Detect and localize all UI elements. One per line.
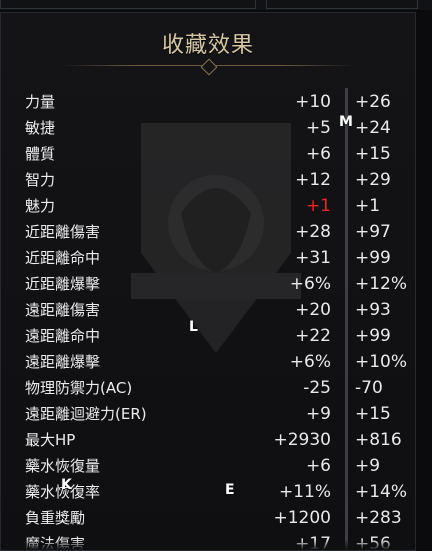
stat-value-current: -25 — [303, 378, 331, 398]
panel-header: 收藏效果 — [1, 13, 415, 77]
stat-value-current: +6% — [289, 274, 331, 294]
stat-row: 魅力 +1 +1 — [1, 193, 415, 219]
stat-name: 最大HP — [25, 431, 76, 449]
stat-value-max: +29 — [355, 170, 391, 190]
stat-value-max: +10% — [355, 352, 408, 372]
stat-name: 智力 — [25, 171, 56, 189]
stat-value-current: +12 — [295, 170, 331, 190]
stat-row: 遠距離迴避力(ER) +9 +15 — [1, 401, 415, 427]
stat-value-max: +99 — [355, 326, 391, 346]
stat-name: 近距離命中 — [25, 249, 101, 267]
stat-value-max: +26 — [355, 92, 391, 112]
top-bar — [0, 0, 432, 10]
marker-l: L — [189, 319, 198, 335]
stat-value-current: +5 — [305, 118, 331, 138]
stat-value-current: +6 — [305, 144, 331, 164]
stat-row: 力量 +10 +26 — [1, 89, 415, 115]
stat-value-max: +99 — [355, 248, 391, 268]
stat-value-max: +15 — [355, 144, 391, 164]
stat-row: 遠距離爆擊 +6% +10% — [1, 349, 415, 375]
stat-value-max: +12% — [355, 274, 408, 294]
stat-name: 近距離爆擊 — [25, 275, 101, 293]
stat-value-current: +2930 — [273, 430, 331, 450]
stat-name: 遠距離迴避力(ER) — [25, 405, 147, 423]
stat-value-max: +24 — [355, 118, 391, 138]
stat-value-max: +14% — [355, 482, 408, 502]
stat-value-current: +20 — [295, 300, 331, 320]
stat-row: 最大HP +2930 +816 — [1, 427, 415, 453]
stat-row: 近距離爆擊 +6% +12% — [1, 271, 415, 297]
stat-name: 物理防禦力(AC) — [25, 379, 133, 397]
scroll-fade — [1, 540, 415, 550]
stat-row: 近距離命中 +31 +99 — [1, 245, 415, 271]
stat-value-max: +15 — [355, 404, 391, 424]
stat-value-current: +10 — [295, 92, 331, 112]
stat-value-max: +97 — [355, 222, 391, 242]
stat-value-current: +6 — [305, 456, 331, 476]
stat-row: 智力 +12 +29 — [1, 167, 415, 193]
stat-name: 力量 — [25, 93, 56, 111]
stat-value-current: +11% — [278, 482, 331, 502]
top-bar-left — [0, 0, 256, 9]
stat-name: 負重獎勵 — [25, 509, 86, 527]
stat-row: 遠距離傷害 +20 +93 — [1, 297, 415, 323]
stat-value-max: +283 — [355, 508, 402, 528]
stat-value-current: +1 — [305, 196, 331, 216]
stat-row: 藥水恢復量 +6 +9 — [1, 453, 415, 479]
stat-value-current: +31 — [295, 248, 331, 268]
stat-value-current: +22 — [295, 326, 331, 346]
stat-name: 敏捷 — [25, 119, 56, 137]
stat-name: 體質 — [25, 145, 56, 163]
title-ornament-icon — [200, 58, 218, 76]
stat-name: 魅力 — [25, 197, 56, 215]
stat-name: 遠距離爆擊 — [25, 353, 101, 371]
stat-value-max: +1 — [355, 196, 381, 216]
stat-row: 負重獎勵 +1200 +283 — [1, 505, 415, 531]
stat-row: 近距離傷害 +28 +97 — [1, 219, 415, 245]
stat-name: 近距離傷害 — [25, 223, 101, 241]
stat-value-current: +1200 — [273, 508, 331, 528]
panel-title: 收藏效果 — [161, 33, 254, 58]
stat-value-current: +9 — [305, 404, 331, 424]
stat-value-max: +816 — [355, 430, 402, 450]
stat-name: 遠距離命中 — [25, 327, 101, 345]
stat-value-max: -70 — [355, 378, 383, 398]
stat-row: 物理防禦力(AC) -25 -70 — [1, 375, 415, 401]
stat-value-current: +28 — [295, 222, 331, 242]
stat-value-max: +9 — [355, 456, 381, 476]
stat-row: 遠距離命中 +22 +99 — [1, 323, 415, 349]
stat-name: 遠距離傷害 — [25, 301, 101, 319]
stat-value-current: +6% — [289, 352, 331, 372]
stat-row: 體質 +6 +15 — [1, 141, 415, 167]
marker-k: K — [61, 477, 72, 493]
marker-m: M — [339, 114, 353, 130]
stat-name: 藥水恢復量 — [25, 457, 101, 475]
marker-e: E — [225, 482, 235, 498]
stat-value-max: +93 — [355, 300, 391, 320]
top-bar-right — [266, 0, 418, 9]
collection-effects-panel: 收藏效果 力量 +10 +26 敏捷 +5 +24 體質 +6 +15 智力 +12 +29 魅力 +1 +… — [0, 12, 416, 551]
